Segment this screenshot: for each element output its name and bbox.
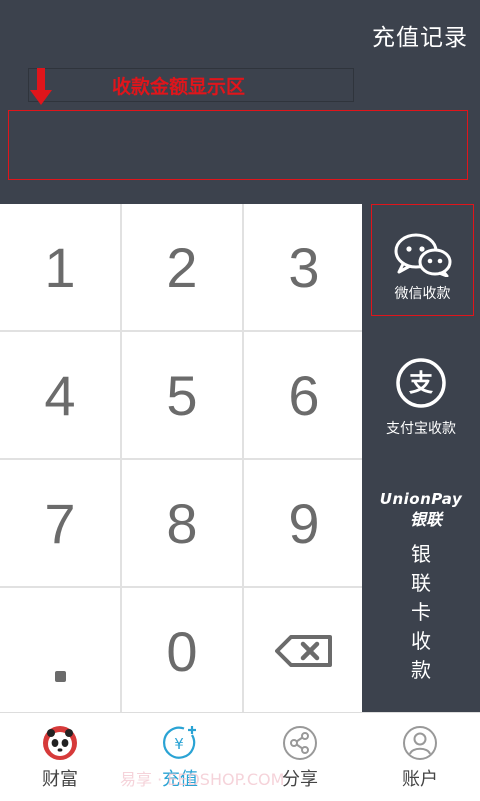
payment-methods-panel: 微信收款 支 支付宝收款 UnionPay 银联 银 联 卡 收 款 (362, 204, 480, 712)
bottom-tab-bar: 财富 ¥ 充值 分享 账户 (0, 712, 480, 801)
numeric-keypad: 1 2 3 4 5 6 7 8 9 0 (0, 204, 364, 714)
panda-avatar-icon (43, 726, 77, 760)
svg-text:¥: ¥ (174, 735, 184, 753)
wechat-pay-label: 微信收款 (394, 286, 451, 302)
key-8[interactable]: 8 (122, 460, 242, 586)
tab-wealth-label: 财富 (42, 769, 78, 790)
key-decimal[interactable] (0, 588, 120, 714)
user-account-icon (403, 726, 437, 760)
wechat-icon (394, 233, 451, 277)
key-3[interactable]: 3 (244, 204, 364, 330)
backspace-icon (275, 635, 332, 667)
svg-text:支: 支 (409, 369, 434, 397)
unionpay-label: 银 联 卡 收 款 (411, 540, 431, 685)
unionpay-label-char: 款 (411, 658, 431, 682)
header-area: 充值记录 收款金额显示区 (0, 0, 480, 204)
alipay-icon: 支 (396, 358, 446, 408)
key-5[interactable]: 5 (122, 332, 242, 458)
wechat-pay-button[interactable]: 微信收款 (371, 204, 474, 316)
unionpay-label-char: 卡 (411, 600, 431, 624)
tab-recharge[interactable]: ¥ 充值 (120, 713, 240, 801)
tab-share-label: 分享 (282, 769, 318, 790)
tab-share[interactable]: 分享 (240, 713, 360, 801)
unionpay-label-char: 银 (411, 542, 431, 566)
tab-wealth[interactable]: 财富 (0, 713, 120, 801)
amount-display (8, 110, 468, 180)
unionpay-label-char: 联 (411, 571, 431, 595)
share-icon (283, 726, 317, 760)
unionpay-button[interactable]: UnionPay 银联 银 联 卡 收 款 (362, 490, 480, 685)
key-4[interactable]: 4 (0, 332, 120, 458)
alipay-button[interactable]: 支 支付宝收款 (362, 356, 480, 438)
tab-recharge-label: 充值 (162, 769, 198, 790)
key-0[interactable]: 0 (122, 588, 242, 714)
key-backspace[interactable] (244, 588, 364, 714)
alipay-label: 支付宝收款 (386, 421, 456, 437)
tab-account[interactable]: 账户 (360, 713, 480, 801)
decimal-point-icon (54, 670, 66, 682)
recharge-records-link[interactable]: 充值记录 (372, 18, 468, 52)
key-6[interactable]: 6 (244, 332, 364, 458)
down-arrow-icon (30, 68, 52, 105)
key-9[interactable]: 9 (244, 460, 364, 586)
key-7[interactable]: 7 (0, 460, 120, 586)
unionpay-label-char: 收 (411, 629, 431, 653)
tab-account-label: 账户 (402, 769, 438, 790)
yen-recharge-icon: ¥ (163, 726, 196, 759)
key-2[interactable]: 2 (122, 204, 242, 330)
annotation-label: 收款金额显示区 (112, 76, 246, 98)
unionpay-logo-cn: 银联 (409, 510, 442, 529)
key-1[interactable]: 1 (0, 204, 120, 330)
